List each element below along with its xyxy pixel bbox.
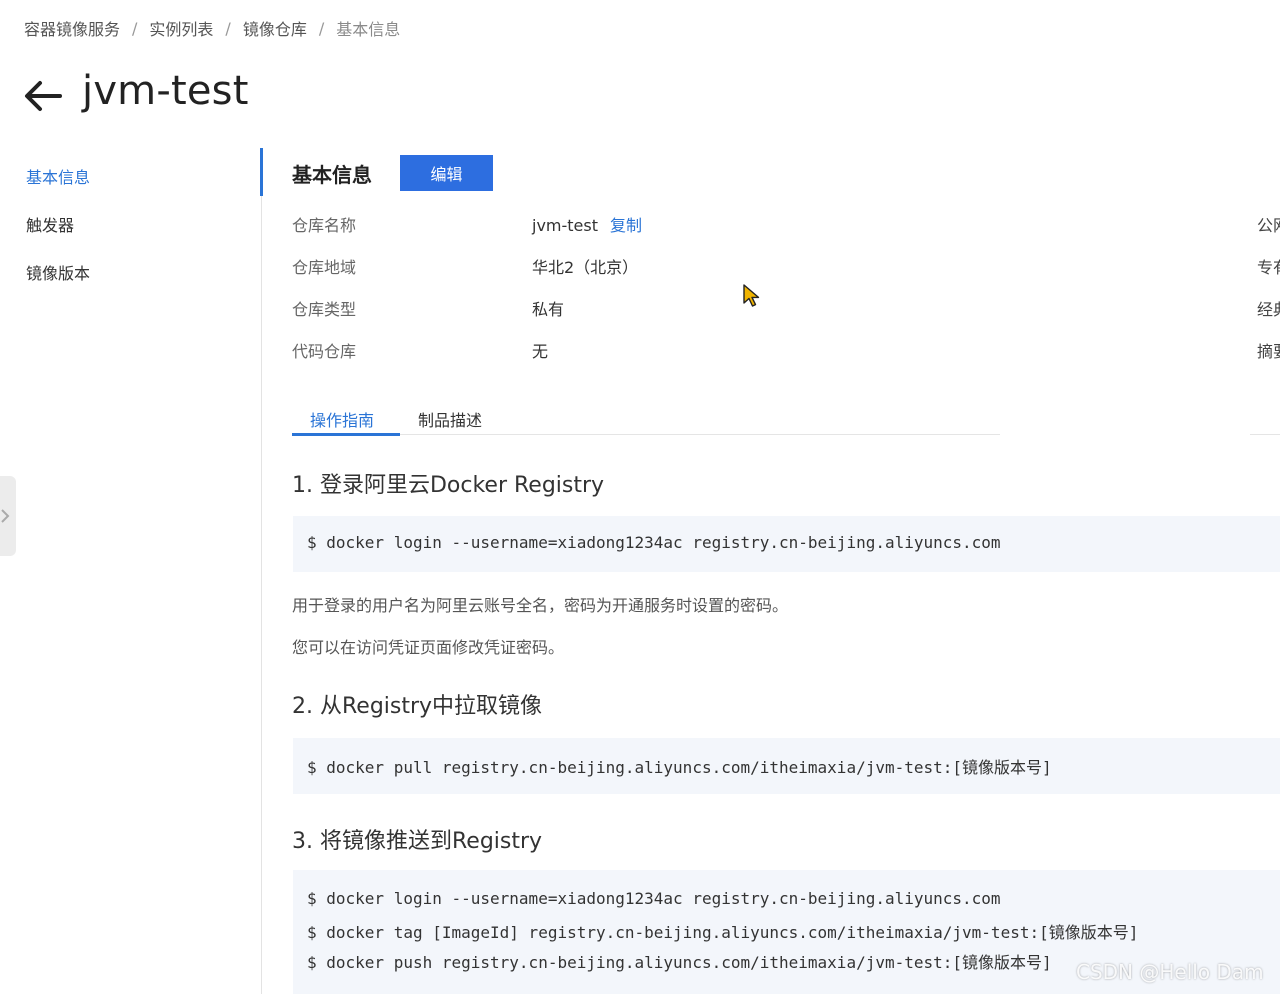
code-block-pull[interactable]: $ docker pull registry.cn-beijing.aliyun… bbox=[293, 738, 1280, 794]
code-line: $ docker tag [ImageId] registry.cn-beiji… bbox=[307, 923, 1139, 942]
mouse-pointer-icon bbox=[743, 284, 760, 307]
back-button[interactable] bbox=[22, 76, 64, 116]
breadcrumb: 容器镜像服务 / 实例列表 / 镜像仓库 / 基本信息 bbox=[24, 16, 400, 40]
tab-operation-guide[interactable]: 操作指南 bbox=[310, 407, 374, 431]
breadcrumb-item-instances[interactable]: 实例列表 bbox=[149, 16, 213, 40]
step-1-title: 1. 登录阿里云Docker Registry bbox=[292, 473, 605, 498]
code-line: $ docker push registry.cn-beijing.aliyun… bbox=[307, 953, 1052, 972]
code-block-login[interactable]: $ docker login --username=xiadong1234ac … bbox=[293, 516, 1280, 572]
copy-link[interactable]: 复制 bbox=[610, 216, 642, 235]
field-value-region: 华北2（北京） bbox=[532, 258, 639, 277]
code-line: $ docker login --username=xiadong1234ac … bbox=[307, 889, 1001, 908]
tab-product-description[interactable]: 制品描述 bbox=[418, 407, 482, 431]
code-line: $ docker login --username=xiadong1234ac … bbox=[307, 533, 1001, 552]
sidebar-item-image-versions[interactable]: 镜像版本 bbox=[26, 260, 90, 284]
field-label-repo-type: 仓库类型 bbox=[292, 300, 357, 319]
step-2-title: 2. 从Registry中拉取镜像 bbox=[292, 694, 543, 719]
field-label-repo-name: 仓库名称 bbox=[292, 216, 357, 235]
right-field-label-digest: 摘要 bbox=[1257, 342, 1280, 361]
field-value-code-repo: 无 bbox=[532, 342, 549, 361]
code-line: $ docker pull registry.cn-beijing.aliyun… bbox=[307, 758, 1052, 777]
breadcrumb-item-repositories[interactable]: 镜像仓库 bbox=[243, 16, 307, 40]
breadcrumb-separator: / bbox=[132, 18, 138, 38]
tab-divider bbox=[400, 434, 1000, 435]
sidebar-divider bbox=[261, 148, 262, 994]
field-value-repo-name: jvm-test 复制 bbox=[532, 212, 642, 236]
tab-active-indicator bbox=[292, 433, 400, 436]
sidebar-item-basic-info[interactable]: 基本信息 bbox=[26, 164, 90, 188]
breadcrumb-separator: / bbox=[318, 18, 325, 38]
right-field-label-classic: 经典 bbox=[1257, 300, 1280, 319]
chevron-right-icon bbox=[1, 509, 10, 523]
right-field-label-vpc: 专有 bbox=[1257, 258, 1280, 277]
step-3-title: 3. 将镜像推送到Registry bbox=[292, 829, 543, 854]
field-value-repo-type: 私有 bbox=[532, 300, 565, 319]
edit-button[interactable]: 编辑 bbox=[400, 155, 493, 191]
page-title: jvm-test bbox=[82, 68, 249, 114]
sidebar-expand-handle[interactable] bbox=[0, 476, 16, 556]
arrow-left-icon bbox=[25, 81, 62, 111]
breadcrumb-item-service[interactable]: 容器镜像服务 bbox=[24, 16, 120, 40]
field-label-region: 仓库地域 bbox=[292, 258, 357, 277]
tab-divider bbox=[1250, 434, 1280, 435]
breadcrumb-item-current: 基本信息 bbox=[336, 20, 401, 39]
login-note: 用于登录的用户名为阿里云账号全名，密码为开通服务时设置的密码。 bbox=[292, 596, 789, 615]
right-field-label-public: 公网 bbox=[1257, 216, 1280, 235]
watermark: CSDN @Hello Dam bbox=[1076, 960, 1264, 984]
repo-name-text: jvm-test bbox=[532, 216, 598, 235]
credential-note: 您可以在访问凭证页面修改凭证密码。 bbox=[292, 638, 565, 657]
breadcrumb-separator: / bbox=[225, 18, 231, 38]
sidebar-active-indicator bbox=[260, 148, 263, 196]
sidebar-item-triggers[interactable]: 触发器 bbox=[26, 212, 74, 236]
field-label-code-repo: 代码仓库 bbox=[292, 342, 357, 361]
section-title: 基本信息 bbox=[292, 163, 372, 187]
